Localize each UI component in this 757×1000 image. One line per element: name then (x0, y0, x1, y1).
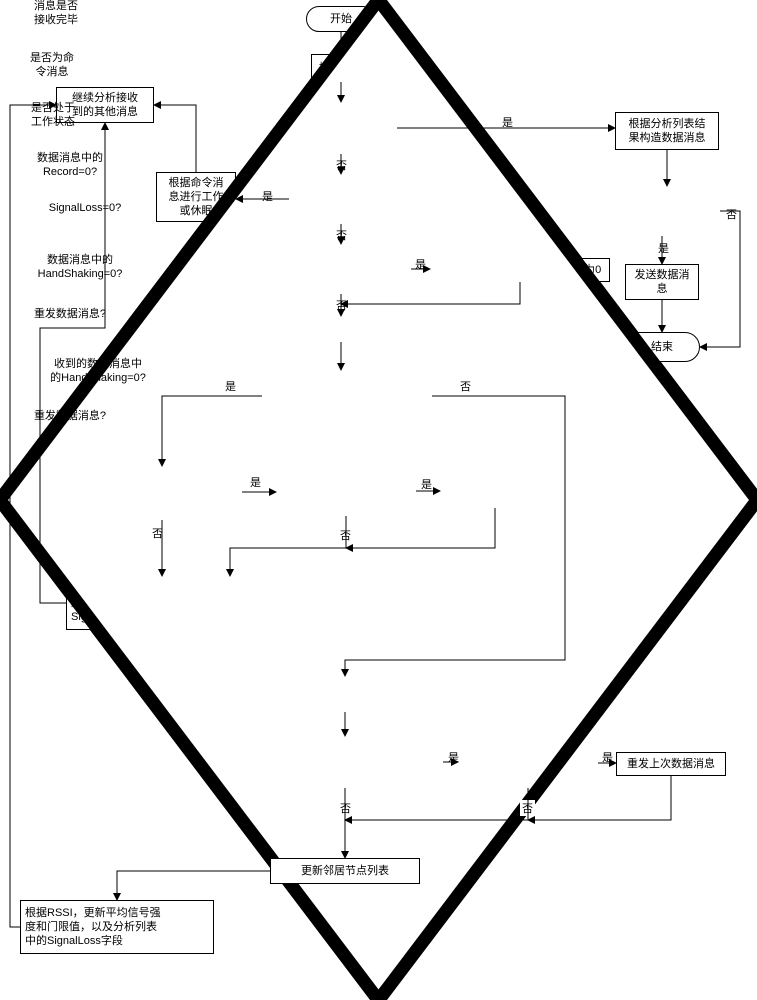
lbl-done-no: 否 (334, 157, 349, 173)
resend-act-b-label: 重发上次数据消息 (627, 757, 715, 771)
lbl-hs0b-no: 否 (338, 800, 353, 816)
lbl-rec0-yes: 是 (413, 256, 428, 272)
dec-sigloss-label: SignalLoss=0? (49, 202, 121, 214)
dec-done-label: 消息是否 接收完毕 (34, 0, 78, 26)
dec-working-label: 是否处于 工作状态 (31, 102, 75, 128)
lbl-resendb-no: 否 (520, 800, 535, 816)
lbl-rec0-no: 否 (334, 297, 349, 313)
node-update-nbr: 更新邻居节点列表 (270, 858, 420, 884)
lbl-hs0a-no: 否 (150, 525, 165, 541)
lbl-working-no: 否 (724, 206, 739, 222)
lbl-sigloss-yes: 是 (223, 378, 238, 394)
lbl-iscmd-no: 否 (334, 227, 349, 243)
update-nbr-label: 更新邻居节点列表 (301, 864, 389, 878)
rssi-b-label: 根据RSSI，更新平均信号强 度和门限值，以及分析列表 中的SignalLoss… (25, 906, 161, 949)
lbl-hs0b-yes: 是 (446, 749, 461, 765)
dec-hs0a-label: 数据消息中的 HandShaking=0? (38, 254, 123, 280)
lbl-working-yes: 是 (656, 240, 671, 256)
dec-resend-b: 重发数据消息? (0, 410, 140, 460)
dec-resend-a-label: 重发数据消息? (34, 308, 106, 320)
lbl-resenda-yes: 是 (419, 476, 434, 492)
lbl-done-yes: 是 (500, 114, 515, 130)
dec-resend-b-label: 重发数据消息? (34, 410, 106, 422)
node-resend-act-b: 重发上次数据消息 (616, 752, 726, 776)
lbl-iscmd-yes: 是 (260, 188, 275, 204)
node-rssi-b: 根据RSSI，更新平均信号强 度和门限值，以及分析列表 中的SignalLoss… (20, 900, 214, 954)
dec-rec0-label: 数据消息中的 Record=0? (37, 152, 103, 178)
lbl-resendb-yes: 是 (600, 749, 615, 765)
lbl-resenda-no: 否 (338, 527, 353, 543)
dec-hs0b-label: 收到的数据消息中 的HandShaking=0? (50, 358, 146, 384)
lbl-hs0a-yes: 是 (248, 474, 263, 490)
dec-iscmd-label: 是否为命 令消息 (30, 52, 74, 78)
lbl-sigloss-no: 否 (458, 378, 473, 394)
